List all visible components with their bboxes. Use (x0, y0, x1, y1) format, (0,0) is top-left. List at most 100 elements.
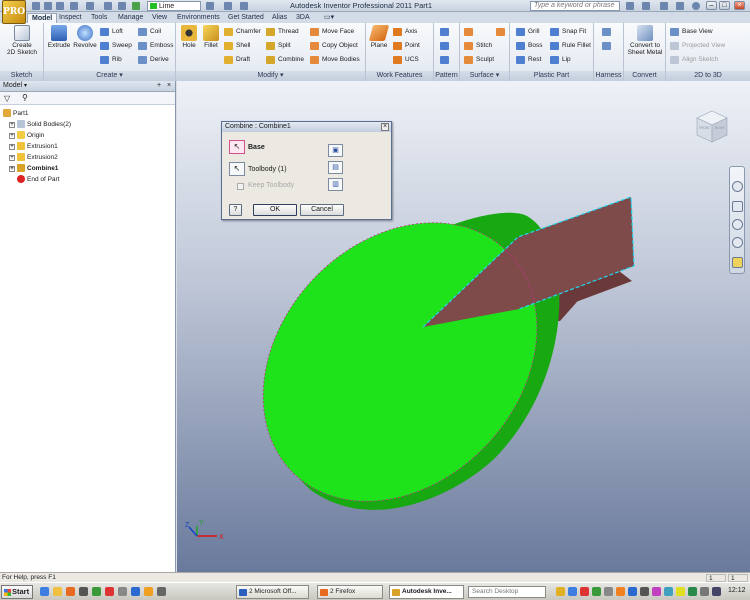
tab-tools[interactable]: Tools (87, 13, 111, 23)
taskbar-item-autodesk-inventor[interactable]: Autodesk Inve... (389, 585, 464, 599)
shell-button[interactable]: Shell (224, 40, 250, 52)
function-icon[interactable] (206, 2, 214, 10)
firefox-icon[interactable] (66, 587, 75, 596)
taskbar-item-microsoft-office[interactable]: 2 Microsoft Off... (236, 585, 309, 599)
lip-button[interactable]: Lip (550, 54, 571, 66)
move-face-button[interactable]: Move Face (310, 26, 354, 38)
folder-icon[interactable] (53, 587, 62, 596)
tray-icon[interactable] (580, 587, 589, 596)
communication-icon[interactable] (660, 2, 668, 10)
help-search-input[interactable]: Type a keyword or phrase (530, 1, 620, 11)
tab-environments[interactable]: Environments (173, 13, 224, 23)
quick-launch-icon[interactable] (131, 587, 140, 596)
cancel-button[interactable]: Cancel (300, 204, 344, 216)
taskbar-item-firefox[interactable]: 2 Firefox (317, 585, 383, 599)
minimize-button[interactable]: – (706, 1, 717, 10)
split-button[interactable]: Split (266, 40, 291, 52)
revolve-button[interactable]: Revolve (72, 25, 98, 49)
tray-icon[interactable] (640, 587, 649, 596)
network-icon[interactable] (712, 587, 721, 596)
subscription-icon[interactable] (642, 2, 650, 10)
tray-icon[interactable] (556, 587, 565, 596)
filter-icon[interactable]: ▽ (4, 94, 10, 103)
tab-view[interactable]: View (148, 13, 171, 23)
rib-button[interactable]: Rib (100, 54, 122, 66)
loft-button[interactable]: Loft (100, 26, 123, 38)
tab-get-started[interactable]: Get Started (224, 13, 268, 23)
new-file-icon[interactable] (32, 2, 40, 10)
create-2d-sketch-button[interactable]: Create 2D Sketch (4, 25, 40, 56)
open-file-icon[interactable] (44, 2, 52, 10)
tray-icon[interactable] (676, 587, 685, 596)
tree-item-combine1[interactable]: + Combine1 (9, 164, 58, 174)
move-icon[interactable] (240, 2, 248, 10)
taskbar-clock[interactable]: 12:12 (728, 587, 746, 594)
update-icon[interactable] (132, 2, 140, 10)
ok-button[interactable]: OK (253, 204, 297, 216)
tray-icon[interactable] (592, 587, 601, 596)
tray-icon[interactable] (568, 587, 577, 596)
cut-operation-button[interactable]: ▤ (328, 161, 343, 174)
volume-icon[interactable] (700, 587, 709, 596)
point-button[interactable]: Point (393, 40, 420, 52)
select-icon[interactable] (118, 2, 126, 10)
join-operation-button[interactable]: ▣ (328, 144, 343, 157)
tab-3da[interactable]: 3DA (292, 13, 314, 23)
steering-wheel-icon[interactable] (732, 181, 743, 192)
stitch-button[interactable]: Stitch (464, 40, 492, 52)
snap-fit-button[interactable]: Snap Fit (550, 26, 586, 38)
tray-icon[interactable] (664, 587, 673, 596)
chamfer-button[interactable]: Chamfer (224, 26, 261, 38)
rest-button[interactable]: Rest (516, 54, 541, 66)
quick-launch-icon[interactable] (105, 587, 114, 596)
mirror-button[interactable] (440, 54, 452, 66)
base-view-button[interactable]: Base View (670, 26, 713, 38)
plane-button[interactable]: Plane (368, 25, 390, 49)
tree-item-extrusion1[interactable]: + Extrusion1 (9, 142, 58, 152)
favorites-icon[interactable] (676, 2, 684, 10)
dialog-help-button[interactable]: ? (229, 204, 242, 216)
tab-model[interactable]: Model (27, 13, 58, 23)
tab-alias[interactable]: Alias (268, 13, 291, 23)
material-dropdown[interactable]: Lime (147, 1, 201, 11)
zoom-icon[interactable] (732, 219, 743, 230)
save-icon[interactable] (56, 2, 64, 10)
tree-item-end-of-part[interactable]: End of Part (17, 175, 60, 185)
boss-button[interactable]: Boss (516, 40, 542, 52)
tree-item-solid-bodies[interactable]: + Solid Bodies(2) (9, 120, 71, 130)
rule-fillet-button[interactable]: Rule Fillet (550, 40, 591, 52)
look-at-icon[interactable] (732, 257, 743, 268)
expand-icon[interactable]: + (9, 122, 15, 128)
tree-item-part1[interactable]: Part1 (3, 109, 29, 119)
tree-item-origin[interactable]: + Origin (9, 131, 44, 141)
combine-button[interactable]: Combine (266, 54, 304, 66)
close-button[interactable]: × (734, 1, 745, 10)
ucs-button[interactable]: UCS (393, 54, 419, 66)
intersect-operation-button[interactable]: ▥ (328, 178, 343, 191)
pan-icon[interactable] (732, 201, 743, 212)
expand-icon[interactable]: + (9, 155, 15, 161)
quick-launch-icon[interactable] (144, 587, 153, 596)
tree-item-extrusion2[interactable]: + Extrusion2 (9, 153, 58, 163)
tray-icon[interactable] (652, 587, 661, 596)
move-bodies-button[interactable]: Move Bodies (310, 54, 360, 66)
start-button[interactable]: Start (1, 585, 33, 599)
tray-icon[interactable] (688, 587, 697, 596)
patch-button[interactable] (496, 26, 508, 38)
tray-icon[interactable] (604, 587, 613, 596)
add-browser-button[interactable]: + (155, 82, 163, 90)
redo-icon[interactable] (86, 2, 94, 10)
place-connector-button[interactable] (602, 40, 614, 52)
toolbody-select-button[interactable]: ↖ (229, 162, 245, 176)
thicken-button[interactable] (464, 26, 476, 38)
ie-icon[interactable] (40, 587, 49, 596)
tab-inspect[interactable]: Inspect (55, 13, 86, 23)
dialog-close-button[interactable]: × (381, 123, 389, 131)
desktop-search-input[interactable]: Search Desktop (468, 586, 546, 598)
browser-title[interactable]: Model (3, 82, 22, 89)
hole-button[interactable]: Hole (178, 25, 200, 49)
axis-button[interactable]: Axis (393, 26, 417, 38)
tray-icon[interactable] (616, 587, 625, 596)
rectangular-pattern-button[interactable] (440, 26, 452, 38)
find-icon[interactable]: ⚲ (22, 93, 28, 102)
